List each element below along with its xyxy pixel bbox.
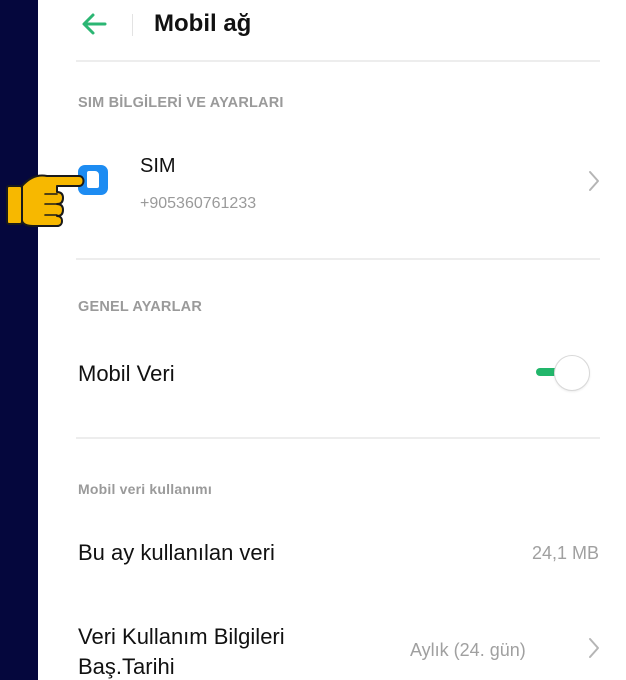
billing-cycle-label-line2: Baş.Tarihi [78, 654, 175, 679]
divider [76, 437, 600, 439]
mobile-data-toggle[interactable] [532, 353, 600, 393]
section-heading-sim: SIM BİLGİLERİ VE AYARLARI [78, 95, 284, 111]
sim-phone-number: +905360761233 [140, 195, 257, 212]
back-button[interactable] [78, 8, 110, 40]
chevron-right-icon [589, 171, 599, 191]
mobile-data-label: Mobil Veri [78, 361, 175, 386]
divider [76, 258, 600, 260]
billing-cycle-label-line1: Veri Kullanım Bilgileri [78, 624, 285, 649]
chevron-right-icon [589, 638, 599, 658]
data-used-value: 24,1 MB [531, 543, 599, 563]
section-heading-usage: Mobil veri kullanımı [78, 481, 212, 497]
section-heading-general: GENEL AYARLAR [78, 299, 203, 315]
arrow-left-icon [82, 13, 107, 35]
app-header: Mobil ağ [38, 0, 626, 58]
header-divider [132, 14, 133, 36]
pointing-hand-icon [6, 174, 85, 227]
page-title: Mobil ağ [154, 10, 252, 37]
toggle-knob [554, 355, 590, 391]
left-margin [0, 0, 38, 680]
sim-title: SIM [140, 155, 176, 177]
settings-screen: Mobil ağ SIM BİLGİLERİ VE AYARLARI SIM +… [38, 0, 626, 680]
data-used-label: Bu ay kullanılan veri [78, 540, 275, 565]
billing-cycle-value: Aylık (24. gün) [410, 640, 526, 660]
divider [76, 60, 600, 62]
sim-settings-row[interactable]: SIM +905360761233 [38, 135, 626, 255]
